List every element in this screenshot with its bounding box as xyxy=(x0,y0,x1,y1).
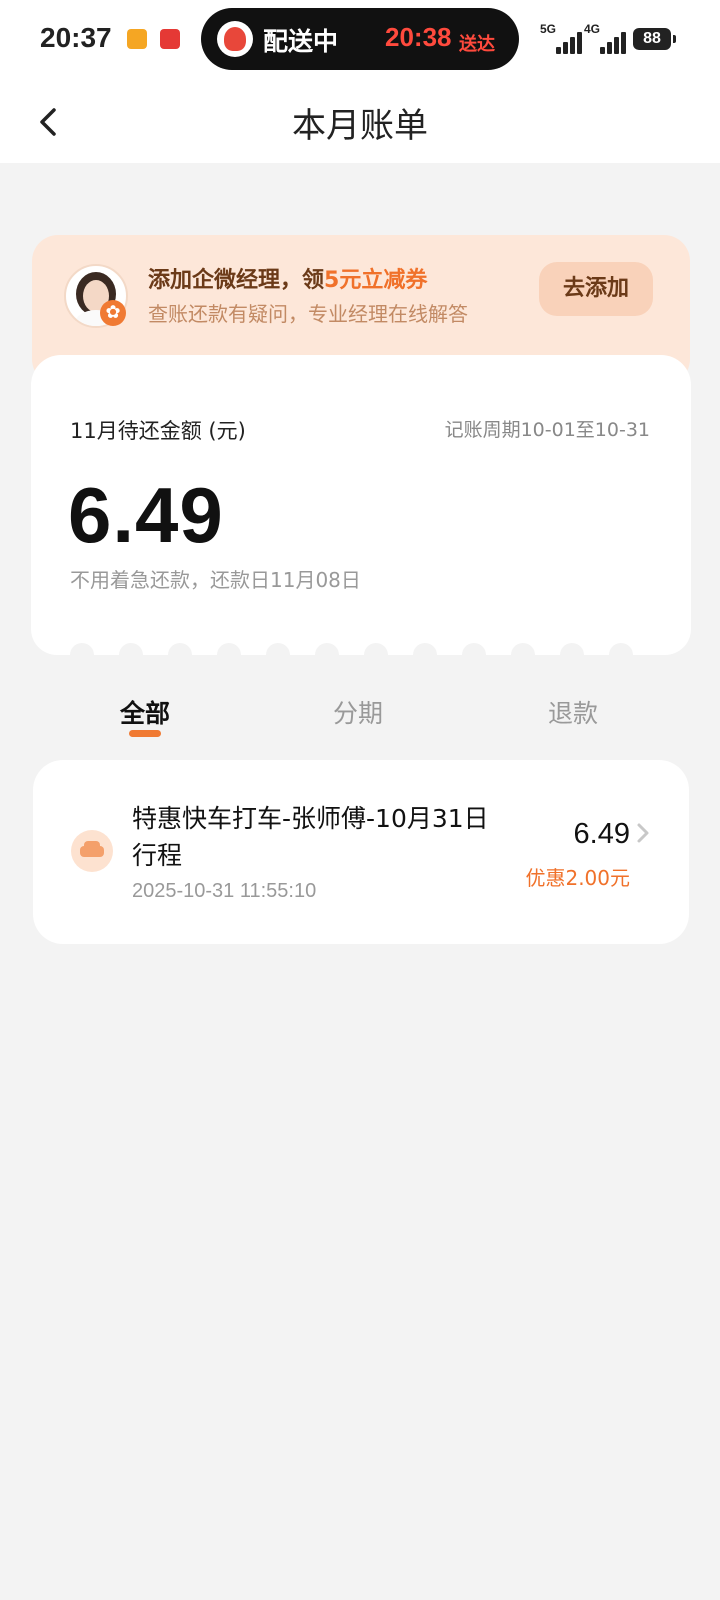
status-bar: 20:37 配送中 20:38 送达 5G 4G 88 xyxy=(0,0,720,80)
transaction-title: 特惠快车打车-张师傅-10月31日行程 xyxy=(132,804,489,870)
page-title: 本月账单 xyxy=(292,106,428,146)
delivery-live-activity[interactable]: 配送中 20:38 送达 xyxy=(201,8,519,70)
transaction-discount: 优惠2.00元 xyxy=(525,866,630,890)
tab-refund[interactable]: 退款 xyxy=(548,694,598,730)
promo-title: 添加企微经理，领5元立减券 xyxy=(148,262,427,294)
transaction-time: 2025-10-31 11:55:10 xyxy=(132,880,317,902)
notification-app-icon xyxy=(127,29,147,49)
notification-app-icon xyxy=(160,29,180,49)
flower-badge-icon: ✿ xyxy=(100,300,126,326)
bill-amount: 6.49 xyxy=(68,471,224,559)
delivery-eta-suffix: 送达 xyxy=(459,34,495,55)
delivery-status-label: 配送中 xyxy=(263,27,339,56)
delivery-eta-time: 20:38 xyxy=(385,22,452,52)
tab-installment[interactable]: 分期 xyxy=(333,694,383,730)
bill-amount-label: 11月待还金额 (元) xyxy=(70,419,246,443)
card-scallop-edge xyxy=(70,643,660,667)
chevron-right-icon xyxy=(637,823,649,843)
battery-icon: 88 xyxy=(633,28,671,50)
transaction-amount: 6.49 xyxy=(573,818,630,850)
promo-coupon-highlight: 5元立减券 xyxy=(324,268,428,293)
promo-title-text: 添加企微经理，领 xyxy=(148,268,325,293)
add-manager-button[interactable]: 去添加 xyxy=(539,262,653,316)
active-tab-indicator xyxy=(129,730,161,737)
billing-period: 记账周期10-01至10-31 xyxy=(444,419,650,441)
nav-bar: 本月账单 xyxy=(0,80,720,163)
repayment-note: 不用着急还款，还款日11月08日 xyxy=(70,568,361,592)
car-icon xyxy=(71,830,113,872)
promo-subtitle: 查账还款有疑问，专业经理在线解答 xyxy=(148,302,468,326)
tab-all[interactable]: 全部 xyxy=(120,694,170,730)
delivery-rider-icon xyxy=(217,21,253,57)
status-time: 20:37 xyxy=(40,22,112,53)
battery-tip xyxy=(673,35,676,43)
